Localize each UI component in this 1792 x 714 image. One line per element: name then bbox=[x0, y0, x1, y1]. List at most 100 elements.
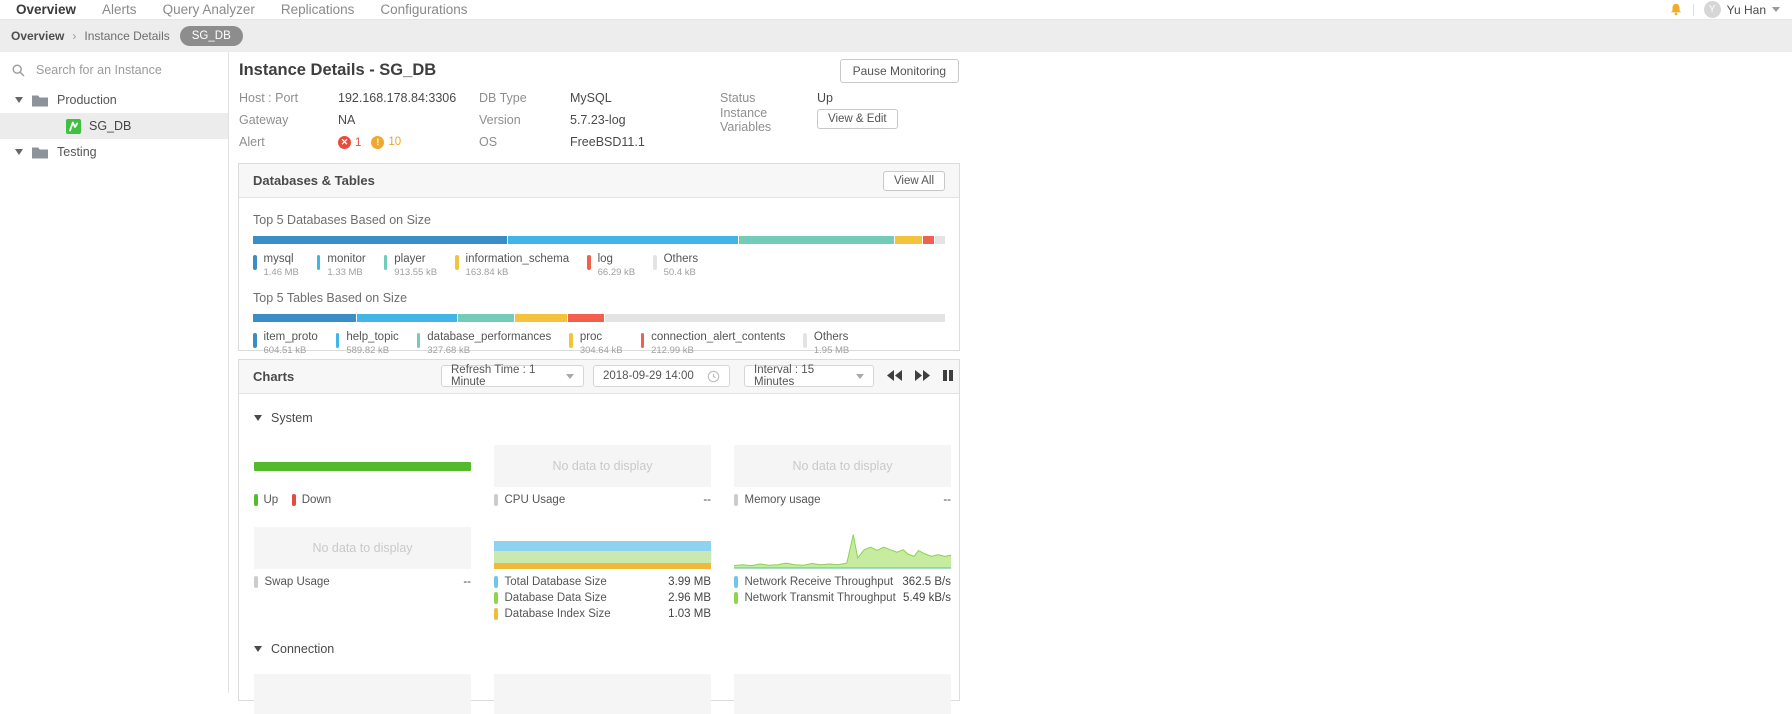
tree-group-production[interactable]: Production bbox=[0, 87, 228, 113]
card-legend-cpu-usage: CPU Usage -- bbox=[494, 492, 711, 508]
legend-text: information_schema 163.84 kB bbox=[466, 253, 570, 278]
charts-body: System Up Down No data to display CPU Usage… bbox=[239, 394, 959, 714]
legend-name: help_topic bbox=[346, 331, 399, 344]
chart-placeholder-box bbox=[254, 674, 471, 714]
card-legend-network-throughput: Network Receive Throughput 362.5 B/s Netwo… bbox=[734, 574, 951, 606]
legend-value: 1.03 MB bbox=[668, 608, 711, 620]
table-segment-connection-alert-contents bbox=[567, 314, 604, 323]
legend-name: player bbox=[394, 253, 426, 265]
chart-network-throughput bbox=[734, 527, 951, 569]
table-legend-help-topic: help_topic 589.82 kB bbox=[335, 331, 399, 356]
legend-marker-icon bbox=[494, 608, 498, 620]
table-legend-item-proto: item_proto 604.51 kB bbox=[253, 331, 318, 356]
breadcrumb-instance-details[interactable]: Instance Details bbox=[84, 29, 169, 43]
no-data-label: No data to display bbox=[734, 445, 951, 487]
db-size-band bbox=[494, 563, 711, 569]
info-value-os: FreeBSD11.1 bbox=[570, 134, 645, 149]
page-title: Instance Details - SG_DB bbox=[239, 61, 437, 79]
search-icon bbox=[12, 63, 25, 77]
legend-total-database-size: Total Database Size 3.99 MB bbox=[494, 574, 711, 590]
legend-label: Database Data Size bbox=[504, 592, 607, 604]
nav-item-replications[interactable]: Replications bbox=[281, 1, 355, 18]
connection-chart-placeholder-2 bbox=[494, 674, 711, 714]
info-label-status: Status bbox=[720, 90, 756, 105]
info-value-host-port: 192.168.178.84:3306 bbox=[338, 90, 457, 105]
breadcrumb-overview[interactable]: Overview bbox=[11, 29, 64, 43]
legend-database-index-size: Database Index Size 1.03 MB bbox=[494, 606, 711, 622]
legend-label: Memory usage bbox=[744, 494, 821, 506]
tree-group-label: Testing bbox=[57, 145, 97, 159]
db-legend-mysql: mysql 1.46 MB bbox=[253, 253, 299, 278]
section-connection-label: Connection bbox=[271, 642, 335, 656]
rewind-button[interactable] bbox=[887, 370, 902, 381]
table-legend-connection-alert-contents: connection_alert_contents 212.99 kB bbox=[640, 331, 785, 356]
section-toggle-system[interactable]: System bbox=[254, 411, 313, 425]
info-value-instance-variables: View & Edit bbox=[817, 108, 962, 129]
legend-name: log bbox=[597, 253, 613, 265]
db-size-band bbox=[494, 527, 711, 541]
legend-name: information_schema bbox=[465, 253, 570, 265]
chart-card-network-throughput: Network Receive Throughput 362.5 B/s Netwo… bbox=[734, 527, 951, 606]
interval-dropdown[interactable]: Interval : 15 Minutes bbox=[744, 364, 874, 388]
db-legend-player: player 913.55 kB bbox=[383, 253, 437, 278]
nav-item-alerts[interactable]: Alerts bbox=[102, 1, 137, 18]
legend-marker-icon bbox=[253, 255, 257, 270]
section-system-label: System bbox=[271, 411, 313, 425]
table-segment-item-proto bbox=[253, 314, 357, 323]
nav-item-query-analyzer[interactable]: Query Analyzer bbox=[163, 1, 255, 18]
user-menu[interactable]: Y Yu Han bbox=[1703, 1, 1780, 18]
legend-size: 50.4 kB bbox=[663, 267, 696, 279]
notifications-bell-icon[interactable] bbox=[1669, 3, 1683, 17]
search-input[interactable] bbox=[34, 62, 208, 78]
legend-memory-usage: Memory usage -- bbox=[734, 492, 951, 508]
legend-marker-icon bbox=[335, 333, 340, 349]
db-size-band bbox=[494, 551, 711, 563]
info-label-os: OS bbox=[479, 134, 498, 149]
legend-database-data-size: Database Data Size 2.96 MB bbox=[494, 590, 711, 606]
refresh-time-dropdown[interactable]: Refresh Time : 1 Minute bbox=[441, 364, 584, 388]
chevron-down-icon bbox=[566, 373, 574, 379]
alert-badge-warning[interactable]: ! 10 bbox=[371, 135, 402, 149]
tree-group-testing[interactable]: Testing bbox=[0, 139, 228, 165]
db-segment-others bbox=[935, 236, 945, 244]
db-legend-log: log 66.29 kB bbox=[587, 253, 635, 278]
legend-marker-icon bbox=[653, 255, 657, 270]
legend-marker-icon bbox=[640, 333, 645, 349]
info-value-alert: ✕ 1 ! 10 bbox=[338, 134, 479, 149]
datetime-picker[interactable]: 2018-09-29 14:00 bbox=[593, 365, 730, 387]
legend-marker-icon bbox=[734, 576, 738, 588]
section-toggle-connection[interactable]: Connection bbox=[254, 642, 334, 656]
legend-name: proc bbox=[579, 331, 603, 344]
legend-cpu-usage: CPU Usage -- bbox=[494, 492, 711, 508]
card-legend-availability: Up Down bbox=[254, 492, 471, 508]
view-edit-button[interactable]: View & Edit bbox=[817, 108, 898, 129]
fast-forward-button[interactable] bbox=[915, 370, 930, 381]
playback-pause-button[interactable] bbox=[943, 370, 953, 381]
info-label-version: Version bbox=[479, 112, 521, 127]
legend-value: 3.99 MB bbox=[668, 576, 711, 588]
charts-header: Charts Refresh Time : 1 Minute 2018-09-2… bbox=[239, 360, 959, 394]
legend-value: -- bbox=[703, 494, 711, 506]
nav-item-configurations[interactable]: Configurations bbox=[380, 1, 467, 18]
legend-text: database_performances 327.68 kB bbox=[427, 331, 551, 356]
info-label-alert: Alert bbox=[239, 134, 265, 149]
playback-controls bbox=[887, 370, 953, 381]
instance-tree: Production SG_DB Testing bbox=[0, 87, 228, 165]
instance-info-grid: Host : Port 192.168.178.84:3306 DB Type MyS… bbox=[239, 89, 962, 150]
legend-swap-usage: Swap Usage -- bbox=[254, 574, 471, 590]
pause-monitoring-button[interactable]: Pause Monitoring bbox=[839, 59, 959, 83]
nav-item-overview[interactable]: Overview bbox=[16, 1, 76, 18]
legend-name: item_proto bbox=[263, 331, 318, 344]
legend-network-receive-throughput: Network Receive Throughput 362.5 B/s bbox=[734, 574, 951, 590]
top-tables-bar bbox=[253, 314, 945, 323]
alert-badge-critical[interactable]: ✕ 1 bbox=[338, 136, 361, 149]
databases-tables-header: Databases & Tables View All bbox=[239, 164, 959, 198]
legend-marker-icon bbox=[316, 255, 321, 270]
view-all-button[interactable]: View All bbox=[882, 170, 945, 191]
card-legend-database-size: Total Database Size 3.99 MB Database Data … bbox=[494, 574, 711, 622]
tree-item-sg-db[interactable]: SG_DB bbox=[0, 113, 228, 139]
info-value-gateway: NA bbox=[338, 112, 356, 127]
alert-count-warning: 10 bbox=[388, 136, 402, 148]
legend-marker-icon bbox=[587, 255, 591, 270]
table-segment-others bbox=[604, 314, 945, 323]
